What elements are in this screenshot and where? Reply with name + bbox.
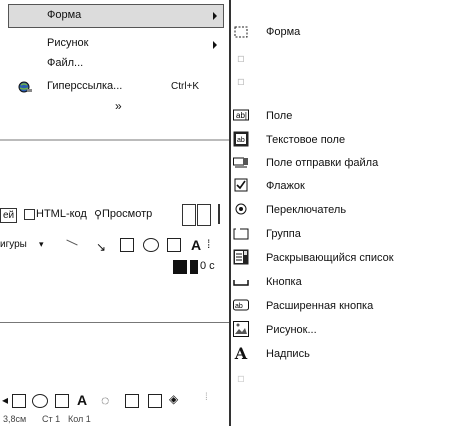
submenu-item-file-upload[interactable]: Поле отправки файла: [266, 157, 378, 169]
fill-tool-icon[interactable]: ◈: [169, 392, 178, 406]
tab-html-code[interactable]: HTML-код: [36, 208, 87, 220]
checkbox-icon: [233, 177, 249, 193]
divider: [218, 204, 220, 224]
submenu-item-form[interactable]: Форма: [266, 26, 300, 38]
submenu-item-advanced-button[interactable]: Расширенная кнопка: [266, 300, 373, 312]
submenu-item-text-area[interactable]: Текстовое поле: [266, 134, 345, 146]
editor-tabs: ей HTML-код ⚲ Просмотр: [0, 204, 229, 226]
bottom-drawing-toolbar: ◂ A ◌ ◈ ⁞: [0, 390, 229, 412]
ruler-marker-icon: [190, 260, 198, 274]
submenu-item-picture[interactable]: Рисунок...: [266, 324, 317, 336]
submenu-arrow-icon: [213, 41, 217, 49]
label-a-icon: A: [234, 343, 248, 363]
ruler-bar: 0 с: [0, 260, 229, 278]
rectangle-tool-icon[interactable]: [120, 238, 134, 252]
disabled-icon: ▫: [236, 74, 246, 88]
hyperlink-globe-icon: [18, 80, 32, 94]
status-line: Ст 1: [42, 414, 61, 424]
cursor-tool-icon[interactable]: [173, 260, 187, 274]
insert-picture-tool-icon[interactable]: [148, 394, 162, 408]
status-column: Кол 1: [68, 414, 91, 424]
diagram-tool-icon[interactable]: ◌: [101, 392, 109, 408]
tab-scroll-right-button[interactable]: [197, 204, 211, 226]
tab-preview[interactable]: Просмотр: [102, 208, 152, 220]
textbox-tool-icon[interactable]: [167, 238, 181, 252]
rectangle-tool-icon[interactable]: [12, 394, 26, 408]
arrow-tool-icon[interactable]: ↘: [96, 240, 106, 254]
expand-menu-chevrons-icon[interactable]: »: [115, 99, 122, 113]
svg-text:ab: ab: [237, 137, 245, 144]
menu-item-form[interactable]: Форма: [47, 9, 81, 21]
divider: [0, 322, 229, 323]
submenu-item-dropdown[interactable]: Раскрывающийся список: [266, 252, 394, 264]
shapes-menu-label[interactable]: игуры: [0, 239, 27, 250]
arrow-tool-icon[interactable]: ◂: [2, 393, 8, 407]
tab-design[interactable]: ей: [0, 208, 18, 223]
insert-menu: Форма Рисунок Файл... Гиперссылка... Ctr…: [0, 0, 229, 139]
drawing-toolbar: игуры ▾ ↘ A ⁞: [0, 235, 229, 257]
dropdown-arrow-icon[interactable]: ▾: [39, 239, 44, 250]
submenu-item-field[interactable]: Поле: [266, 110, 292, 122]
submenu-item-group[interactable]: Группа: [266, 228, 301, 240]
line-tool-icon[interactable]: [66, 239, 78, 246]
submenu-item-button[interactable]: Кнопка: [266, 276, 302, 288]
ruler-value: 0 с: [200, 260, 215, 272]
submenu-item-checkbox[interactable]: Флажок: [266, 180, 305, 192]
button-icon: [233, 273, 249, 289]
submenu-arrow-icon: [213, 12, 217, 20]
radio-button-icon: [233, 201, 249, 217]
html-tab-icon: [24, 209, 35, 220]
file-upload-field-icon: [233, 154, 249, 170]
disabled-icon: ▫: [236, 51, 246, 65]
wordart-tool-icon[interactable]: A: [191, 237, 201, 253]
field-icon: ab|: [233, 107, 249, 123]
svg-text:ab: ab: [235, 303, 243, 310]
disabled-icon: ▫: [236, 371, 246, 385]
hyperlink-shortcut: Ctrl+K: [171, 81, 200, 92]
advanced-button-icon: ab: [233, 297, 249, 313]
menu-item-file[interactable]: Файл...: [47, 57, 83, 69]
wordart-tool-icon[interactable]: A: [77, 392, 87, 408]
tab-scroll-left-button[interactable]: [182, 204, 196, 226]
textbox-tool-icon[interactable]: [55, 394, 69, 408]
submenu-item-radio[interactable]: Переключатель: [266, 204, 346, 216]
ellipse-tool-icon[interactable]: [32, 394, 48, 408]
menu-item-hyperlink[interactable]: Гиперссылка...: [47, 80, 122, 92]
submenu-border: [229, 0, 231, 426]
magnifier-icon: ⚲: [94, 209, 103, 221]
submenu-item-label[interactable]: Надпись: [266, 348, 310, 360]
clipart-tool-icon[interactable]: [125, 394, 139, 408]
status-bar: 3,8см Ст 1 Кол 1: [0, 414, 229, 426]
ellipse-tool-icon[interactable]: [143, 238, 159, 252]
text-area-icon: ab: [233, 131, 249, 147]
picture-icon: [233, 321, 249, 337]
group-box-icon: [233, 225, 249, 241]
menu-item-form-highlight[interactable]: [8, 4, 224, 28]
toolbar-overflow-icon[interactable]: ⁞: [207, 237, 210, 251]
toolbar-overflow-icon[interactable]: ⁞: [205, 392, 208, 403]
svg-text:ab|: ab|: [236, 111, 247, 120]
form-dotted-box-icon: [233, 24, 249, 40]
dropdown-list-icon: [233, 249, 249, 265]
menu-shadow: [0, 139, 229, 141]
status-position: 3,8см: [3, 414, 27, 424]
menu-item-picture[interactable]: Рисунок: [47, 37, 89, 49]
